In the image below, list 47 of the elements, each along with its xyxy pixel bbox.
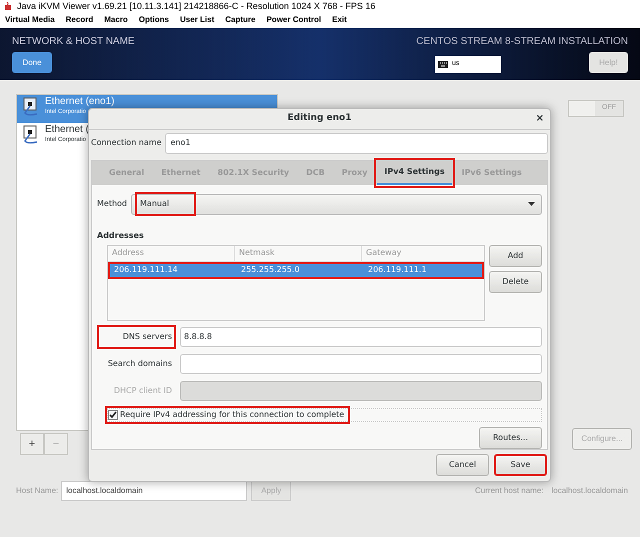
table-cell-text: 206.119.111.1	[367, 264, 428, 276]
save-button[interactable]: Save	[494, 454, 547, 476]
add-device-button[interactable]: +	[20, 433, 44, 455]
current-host-name: localhost.localdomain	[552, 485, 628, 497]
add-button[interactable]: Add	[489, 244, 542, 267]
method-label: Method	[97, 198, 128, 210]
device-name: Ethernet (eno1)	[45, 97, 114, 107]
input-field[interactable]	[180, 354, 542, 374]
menu-item[interactable]: Exit	[332, 14, 347, 26]
table-cell-text: 206.119.111.14	[113, 264, 179, 276]
tab[interactable]: IPv4 Settings	[377, 160, 452, 185]
field-value: 8.8.8.8	[184, 330, 212, 343]
connection-name-label: Connection name	[91, 137, 162, 150]
method-dropdown[interactable]: Manual	[131, 194, 542, 215]
host-name-label: Host Name:	[16, 485, 58, 497]
dialog-title: Editing eno1	[287, 112, 352, 126]
method-value: Manual	[138, 195, 194, 214]
menu-item[interactable]: User List	[180, 14, 214, 26]
menu-item[interactable]: Record	[66, 14, 94, 26]
table-cell-text: 255.255.255.0	[240, 264, 301, 276]
current-host-name-label: Current host name:	[475, 485, 544, 497]
input-field[interactable]: 8.8.8.8	[180, 326, 542, 347]
menu-item[interactable]: Capture	[225, 14, 256, 26]
column-header: Gateway	[365, 247, 402, 260]
keyboard-icon	[438, 61, 448, 68]
connection-name-field[interactable]: eno1	[164, 132, 548, 154]
checkbox[interactable]	[108, 410, 118, 420]
column-header: Address	[108, 246, 235, 261]
menu-item[interactable]: Options	[138, 14, 169, 26]
field-label: DHCP client ID	[112, 384, 173, 397]
menu-item[interactable]: Power Control	[266, 14, 322, 26]
menu-item[interactable]: Macro	[104, 14, 128, 26]
page-title: NETWORK & HOST NAME	[12, 37, 135, 47]
addresses-heading: Addresses	[97, 230, 145, 242]
product-title: CENTOS STREAM 8-STREAM INSTALLATION	[416, 37, 628, 47]
java-icon	[4, 2, 13, 10]
cancel-button[interactable]: Cancel	[436, 454, 489, 476]
menu-item[interactable]: Virtual Media	[5, 14, 55, 26]
routes-button[interactable]: Routes...	[479, 426, 542, 449]
delete-button[interactable]: Delete	[489, 270, 542, 293]
host-name-field[interactable]: localhost.localdomain	[61, 481, 248, 501]
column-header: Netmask	[235, 246, 362, 261]
close-button[interactable]: ×	[536, 111, 544, 126]
field-label: DNS servers	[97, 324, 176, 349]
dropdown-caret-icon	[528, 202, 535, 206]
field-label: Search domains	[106, 358, 173, 370]
window-title: Java iKVM Viewer v1.69.21 [10.11.3.141] 214218866-C - Resolution 1024 X 768 - FPS 16	[17, 2, 376, 10]
